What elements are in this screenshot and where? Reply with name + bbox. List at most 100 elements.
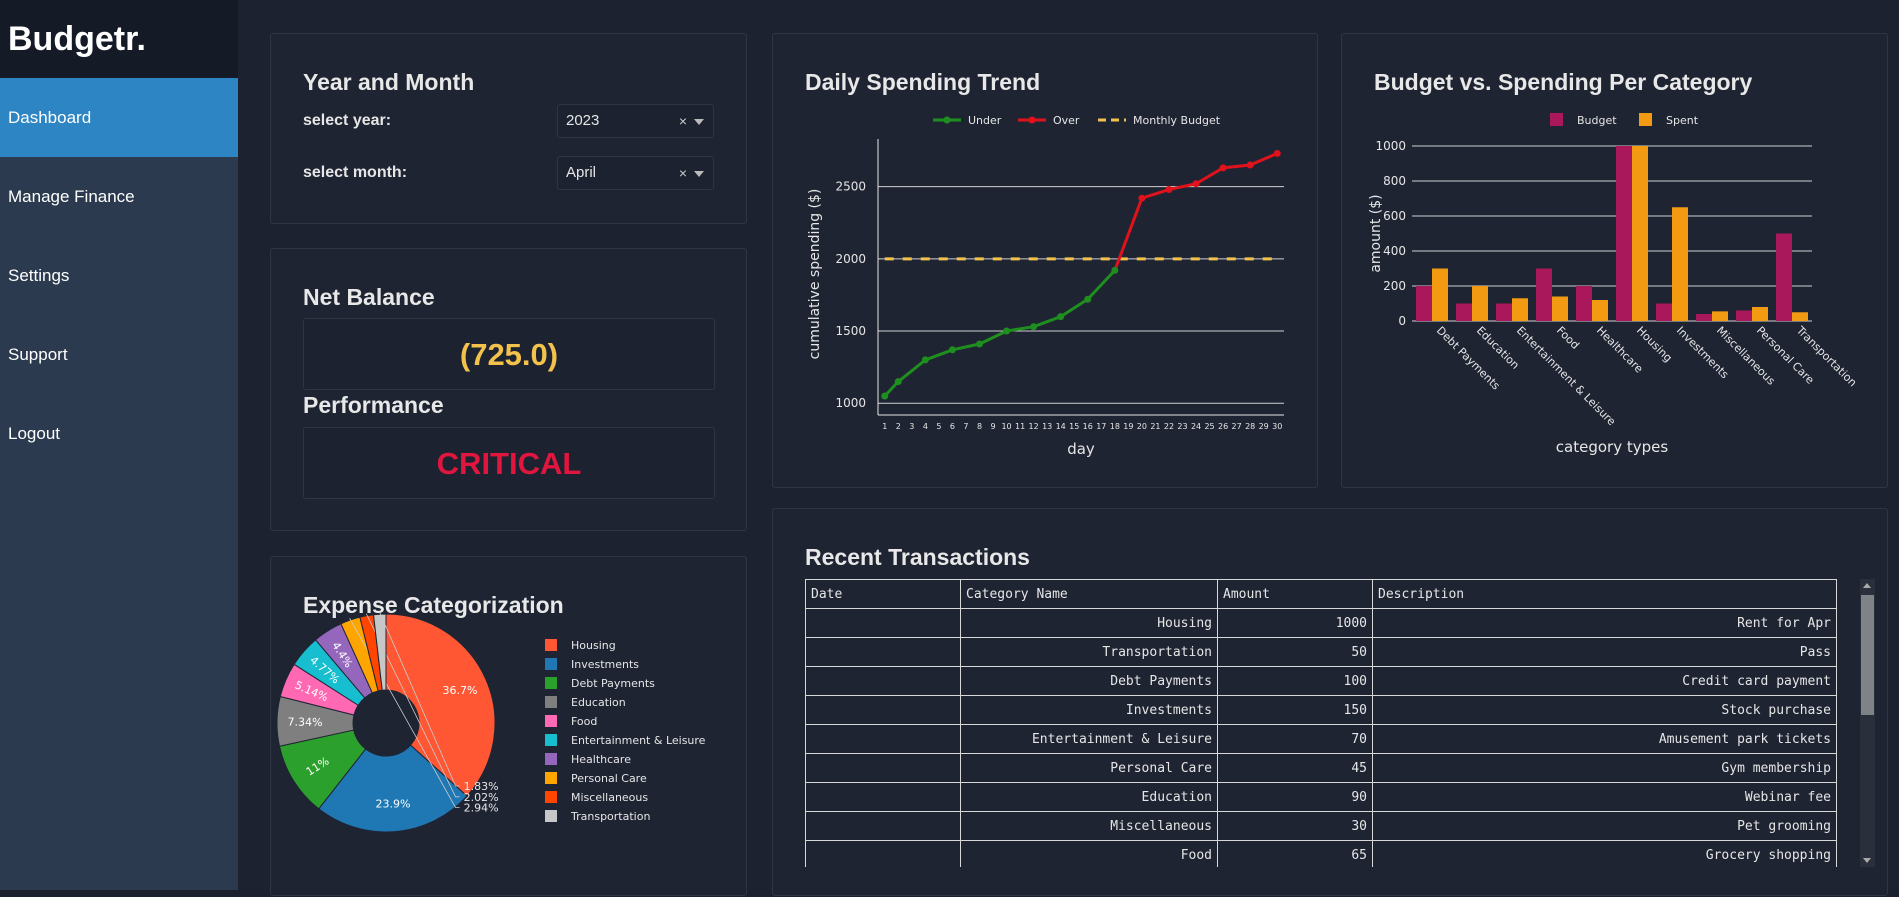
table-cell: Personal Care bbox=[960, 753, 1218, 783]
x-tick-label: 24 bbox=[1191, 422, 1201, 431]
table-cell bbox=[805, 840, 961, 867]
y-tick-label: 1000 bbox=[835, 396, 866, 410]
nav-manage-finance[interactable]: Manage Finance bbox=[0, 157, 238, 236]
y-axis-title: cumulative spending ($) bbox=[807, 189, 823, 360]
x-tick-label: 26 bbox=[1218, 422, 1228, 431]
nav-logout[interactable]: Logout bbox=[0, 394, 238, 473]
table-row[interactable]: Housing 1000 Rent for Apr bbox=[805, 608, 1837, 638]
data-point bbox=[921, 356, 929, 364]
pie-slice-label: 36.7% bbox=[443, 684, 478, 697]
table-cell: Investments bbox=[960, 695, 1218, 725]
legend-item-label: Spent bbox=[1666, 114, 1699, 127]
clear-icon[interactable]: × bbox=[679, 105, 687, 137]
legend-item-label: Monthly Budget bbox=[1133, 114, 1221, 127]
bar-budget bbox=[1416, 286, 1432, 321]
column-header[interactable]: Description bbox=[1372, 579, 1837, 609]
table-row[interactable]: Miscellaneous 30 Pet grooming bbox=[805, 811, 1837, 841]
table-cell: 30 bbox=[1217, 811, 1373, 841]
clear-icon[interactable]: × bbox=[679, 157, 687, 189]
x-tick-label: 27 bbox=[1232, 422, 1242, 431]
year-select[interactable]: 2023 × bbox=[557, 104, 714, 138]
month-select[interactable]: April × bbox=[557, 156, 714, 190]
transactions-table: Date Category Name Amount Description Housi… bbox=[805, 579, 1837, 867]
y-tick-label: 2500 bbox=[835, 180, 866, 194]
legend-item-label: Miscellaneous bbox=[571, 791, 648, 804]
data-point bbox=[976, 340, 983, 348]
performance-title: Performance bbox=[303, 392, 444, 418]
y-tick-label: 200 bbox=[1383, 279, 1406, 293]
legend-swatch bbox=[545, 810, 557, 822]
scroll-down-icon[interactable] bbox=[1863, 858, 1871, 863]
table-row[interactable]: Food 65 Grocery shopping bbox=[805, 840, 1837, 867]
bar-spent bbox=[1472, 286, 1488, 321]
data-point bbox=[948, 346, 956, 354]
table-cell: Webinar fee bbox=[1372, 782, 1837, 812]
table-row[interactable]: Entertainment & Leisure 70 Amusement park … bbox=[805, 724, 1837, 754]
x-tick-label: 13 bbox=[1042, 422, 1052, 431]
bar-budget bbox=[1776, 233, 1792, 321]
balance-card: Net Balance (725.0) Performance CRITICAL bbox=[270, 248, 747, 531]
x-tick-label: 12 bbox=[1029, 422, 1039, 431]
bar-budget bbox=[1616, 146, 1632, 321]
table-row[interactable]: Investments 150 Stock purchase bbox=[805, 695, 1837, 725]
table-cell: 65 bbox=[1217, 840, 1373, 867]
table-cell: Housing bbox=[960, 608, 1218, 638]
x-tick-label: 28 bbox=[1245, 422, 1255, 431]
bar-budget bbox=[1696, 314, 1712, 321]
table-row[interactable]: Transportation 50 Pass bbox=[805, 637, 1837, 667]
month-select-value: April bbox=[566, 164, 597, 181]
nav-support[interactable]: Support bbox=[0, 315, 238, 394]
legend-swatch bbox=[545, 791, 557, 803]
table-cell: Food bbox=[960, 840, 1218, 867]
scroll-up-icon[interactable] bbox=[1863, 583, 1871, 588]
y-tick-label: 0 bbox=[1398, 314, 1406, 328]
budget-bar-chart: 02004006008001000Debt PaymentsEducationE… bbox=[1368, 113, 1859, 456]
x-tick-label: 18 bbox=[1110, 422, 1120, 431]
nav-settings[interactable]: Settings bbox=[0, 236, 238, 315]
x-axis-title: day bbox=[1067, 440, 1095, 458]
x-tick-label: 8 bbox=[977, 422, 982, 431]
y-tick-label: 2000 bbox=[835, 252, 866, 266]
column-header[interactable]: Date bbox=[805, 579, 961, 609]
table-row[interactable]: Personal Care 45 Gym membership bbox=[805, 753, 1837, 783]
transactions-card: Recent Transactions Date Category Name Amo… bbox=[772, 508, 1888, 896]
data-point bbox=[1003, 327, 1011, 335]
sidebar: Budgetr. Dashboard Manage Finance Settin… bbox=[0, 0, 238, 890]
pie-slice-label: 1.83% bbox=[464, 780, 499, 793]
data-point bbox=[1030, 323, 1038, 331]
bar-spent bbox=[1672, 207, 1688, 321]
table-cell: Amusement park tickets bbox=[1372, 724, 1837, 754]
legend-swatch bbox=[545, 696, 557, 708]
chevron-down-icon[interactable] bbox=[694, 119, 704, 125]
table-cell: Debt Payments bbox=[960, 666, 1218, 696]
chevron-down-icon[interactable] bbox=[694, 171, 704, 177]
bar-spent bbox=[1792, 312, 1808, 321]
expense-pie-chart: 36.7%23.9%11%7.34%5.14%4.77%4.4%2.94%2.0… bbox=[276, 612, 706, 833]
legend-item-label: Budget bbox=[1577, 114, 1617, 127]
column-header[interactable]: Category Name bbox=[960, 579, 1218, 609]
table-row[interactable]: Education 90 Webinar fee bbox=[805, 782, 1837, 812]
table-cell: 45 bbox=[1217, 753, 1373, 783]
column-header[interactable]: Amount bbox=[1217, 579, 1373, 609]
table-cell bbox=[805, 724, 961, 754]
y-axis-title: amount ($) bbox=[1368, 194, 1384, 272]
table-cell: Transportation bbox=[960, 637, 1218, 667]
table-cell: 90 bbox=[1217, 782, 1373, 812]
legend-item-label: Healthcare bbox=[571, 753, 631, 766]
legend-item-label: Food bbox=[571, 715, 597, 728]
x-tick-label: 9 bbox=[990, 422, 995, 431]
table-cell bbox=[805, 753, 961, 783]
net-balance-title: Net Balance bbox=[303, 284, 435, 310]
bar-budget bbox=[1576, 286, 1592, 321]
y-tick-label: 400 bbox=[1383, 244, 1406, 258]
month-label: select month: bbox=[303, 164, 408, 181]
table-scrollbar[interactable] bbox=[1860, 579, 1875, 867]
data-point bbox=[1219, 164, 1227, 172]
table-cell: Pass bbox=[1372, 637, 1837, 667]
table-cell: Miscellaneous bbox=[960, 811, 1218, 841]
x-tick-label: 3 bbox=[909, 422, 914, 431]
nav-dashboard[interactable]: Dashboard bbox=[0, 78, 238, 157]
scroll-thumb[interactable] bbox=[1861, 595, 1874, 715]
trend-card: Daily Spending Trend 1000 1500 2000 2500 1 2 3… bbox=[772, 33, 1318, 488]
table-row[interactable]: Debt Payments 100 Credit card payment bbox=[805, 666, 1837, 696]
